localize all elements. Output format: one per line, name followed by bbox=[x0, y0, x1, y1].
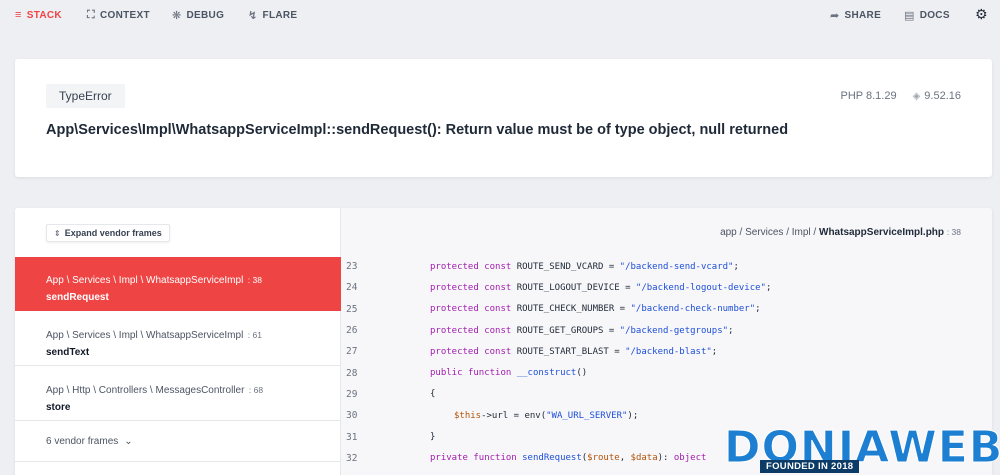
nav-stack-label: STACK bbox=[26, 9, 62, 21]
stack-frame[interactable]: App \ Services \ Impl \ WhatsappServiceI… bbox=[15, 312, 341, 366]
watermark-tagline: FOUNDED IN 2018 bbox=[760, 460, 860, 473]
laravel-version-wrap: ◈ 9.52.16 bbox=[913, 90, 961, 102]
nav-stack[interactable]: ≡ STACK bbox=[15, 9, 62, 21]
line-number: 32 bbox=[346, 452, 358, 464]
line-number: 25 bbox=[346, 303, 358, 315]
frame-location: App \ Services \ Impl \ WhatsappServiceI… bbox=[46, 270, 310, 288]
nav-docs[interactable]: ▤ DOCS bbox=[904, 9, 950, 22]
file-path-prefix: app / Services / Impl / bbox=[720, 227, 819, 238]
line-number: 30 bbox=[346, 410, 358, 422]
code-text: protected const ROUTE_START_BLAST = "/ba… bbox=[430, 346, 718, 357]
php-version: PHP 8.1.29 bbox=[840, 90, 897, 102]
code-text: protected const ROUTE_SEND_VCARD = "/bac… bbox=[430, 261, 739, 272]
frame-line: : 61 bbox=[247, 330, 262, 340]
stack-frame[interactable]: App \ Services \ Impl \ WhatsappServiceI… bbox=[15, 257, 341, 311]
code-line: 29 { bbox=[341, 384, 992, 405]
frame-method: sendRequest bbox=[46, 292, 109, 303]
code-line: 28 public function __construct() bbox=[341, 362, 992, 383]
version-info: PHP 8.1.29 ◈ 9.52.16 bbox=[841, 90, 961, 102]
exception-message: App\Services\Impl\WhatsappServiceImpl::s… bbox=[46, 122, 789, 138]
nav-share-label: SHARE bbox=[844, 10, 882, 21]
frame-line: : 68 bbox=[248, 385, 264, 395]
nav-debug[interactable]: ❋ DEBUG bbox=[172, 9, 224, 22]
share-icon: ➦ bbox=[830, 10, 840, 22]
gear-icon: ⚙ bbox=[975, 6, 988, 22]
frame-list: ⇕ Expand vendor frames App \ Services \ … bbox=[15, 208, 341, 475]
vendor-frames-label: 6 vendor frames bbox=[46, 436, 119, 447]
frame-method: store bbox=[46, 402, 71, 413]
settings-button[interactable]: ⚙ bbox=[975, 6, 988, 23]
laravel-icon: ◈ bbox=[912, 90, 921, 102]
flare-icon: ↯ bbox=[248, 10, 258, 22]
code-text: private function sendRequest($route, $da… bbox=[430, 453, 707, 464]
line-number: 27 bbox=[346, 346, 358, 358]
exception-class-badge: TypeError bbox=[46, 84, 125, 108]
frame-path: App \ Http \ Controllers \ MessagesContr… bbox=[46, 385, 245, 396]
context-icon: ⛶ bbox=[87, 9, 95, 21]
line-number: 31 bbox=[346, 431, 358, 443]
code-line: 24 protected const ROUTE_LOGOUT_DEVICE = … bbox=[341, 277, 992, 298]
code-text: protected const ROUTE_LOGOUT_DEVICE = "/… bbox=[430, 282, 772, 293]
line-number: 28 bbox=[346, 367, 358, 379]
code-text: { bbox=[430, 389, 436, 400]
expand-vendor-frames-label: Expand vendor frames bbox=[64, 228, 162, 238]
nav-flare-label: FLARE bbox=[262, 10, 298, 21]
nav-context-label: CONTEXT bbox=[100, 10, 150, 21]
frame-location: App \ Services \ Impl \ WhatsappServiceI… bbox=[46, 325, 310, 343]
frame-location: App \ Http \ Controllers \ MessagesContr… bbox=[46, 380, 310, 398]
bug-icon: ❋ bbox=[172, 10, 182, 22]
expand-icon: ⇕ bbox=[54, 228, 61, 238]
file-name: WhatsappServiceImpl.php bbox=[819, 227, 945, 238]
line-number: 24 bbox=[346, 282, 358, 294]
file-line: : 38 bbox=[946, 227, 961, 237]
code-text: } bbox=[430, 432, 436, 443]
book-icon: ▤ bbox=[904, 10, 915, 22]
code-text: $this->url = env("WA_URL_SERVER"); bbox=[454, 410, 639, 421]
expand-vendor-frames-button[interactable]: ⇕ Expand vendor frames bbox=[46, 224, 170, 242]
nav-docs-label: DOCS bbox=[919, 10, 950, 21]
nav-context[interactable]: ⛶ CONTEXT bbox=[87, 9, 150, 22]
code-line: 27 protected const ROUTE_START_BLAST = "/… bbox=[341, 341, 992, 362]
code-line: 26 protected const ROUTE_GET_GROUPS = "/b… bbox=[341, 320, 992, 341]
code-line: 25 protected const ROUTE_CHECK_NUMBER = "… bbox=[341, 299, 992, 320]
code-text: protected const ROUTE_CHECK_NUMBER = "/b… bbox=[430, 304, 761, 315]
nav-debug-label: DEBUG bbox=[186, 10, 225, 21]
line-number: 26 bbox=[346, 325, 358, 337]
code-line: 23 protected const ROUTE_SEND_VCARD = "/b… bbox=[341, 256, 992, 277]
error-card: TypeError PHP 8.1.29 ◈ 9.52.16 App\Servi… bbox=[15, 59, 992, 177]
laravel-version: 9.52.16 bbox=[924, 90, 961, 102]
watermark-logo: DONIAWEB FOUNDED IN 2018 bbox=[718, 420, 1000, 475]
chevron-down-icon: ⌄ bbox=[124, 436, 133, 447]
vendor-frames-toggle[interactable]: 6 vendor frames ⌄ bbox=[15, 422, 341, 462]
file-path[interactable]: app / Services / Impl / WhatsappServiceI… bbox=[720, 227, 961, 238]
line-number: 23 bbox=[346, 261, 358, 273]
frame-method: sendText bbox=[46, 347, 90, 358]
stack-frame[interactable]: App \ Http \ Controllers \ MessagesContr… bbox=[15, 367, 341, 421]
code-text: public function __construct() bbox=[430, 368, 588, 379]
frame-path: App \ Services \ Impl \ WhatsappServiceI… bbox=[46, 275, 244, 286]
list-icon: ≡ bbox=[15, 9, 22, 21]
nav-share[interactable]: ➦ SHARE bbox=[830, 9, 881, 22]
code-text: protected const ROUTE_GET_GROUPS = "/bac… bbox=[430, 325, 734, 336]
line-number: 29 bbox=[346, 388, 358, 400]
frame-line: : 38 bbox=[247, 275, 262, 285]
top-nav: ≡ STACK ⛶ CONTEXT ❋ DEBUG ↯ FLARE ➦ SHAR… bbox=[0, 0, 1000, 30]
frame-path: App \ Services \ Impl \ WhatsappServiceI… bbox=[46, 330, 244, 341]
nav-flare[interactable]: ↯ FLARE bbox=[248, 9, 297, 22]
